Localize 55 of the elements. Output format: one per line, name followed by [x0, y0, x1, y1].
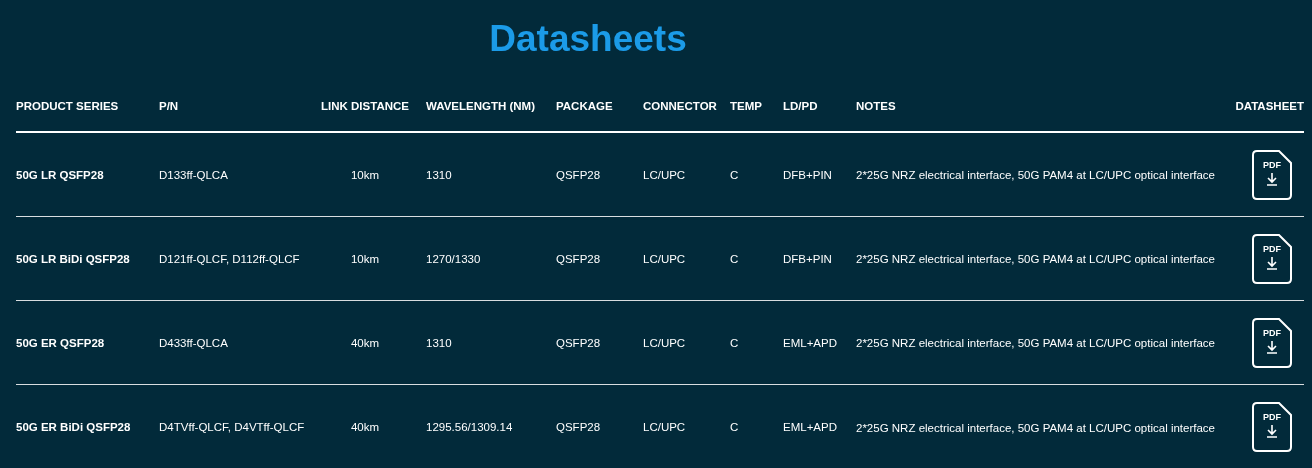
table-cell-text: QSFP28: [556, 420, 601, 435]
table-cell-text: EML+APD: [783, 420, 837, 435]
column-header: WAVELENGTH (NM): [426, 100, 536, 112]
table-cell-text: LC/UPC: [643, 420, 686, 435]
table-cell-text: 2*25G NRZ electrical interface, 50G PAM4 at LC/UPC optical interface: [856, 168, 1216, 183]
table-cell-text: 2*25G NRZ electrical interface, 50G PAM4 at LC/UPC optical interface: [856, 420, 1216, 436]
table-cell-text: D433ff-QLCA: [159, 335, 228, 351]
table-cell-text: EML+APD: [783, 335, 837, 351]
table-cell-text: C: [730, 167, 739, 183]
column-header: TEMP: [730, 100, 762, 112]
column-header: DATASHEET: [1235, 100, 1304, 112]
page-title: Datasheets: [489, 17, 687, 61]
download-icon: [1266, 424, 1278, 438]
table-cell-text: 40km: [350, 335, 380, 351]
column-header: NOTES: [856, 100, 896, 112]
table-cell-text: DFB+PIN: [783, 167, 832, 183]
column-header: P/N: [159, 100, 179, 112]
pdf-download-button[interactable]: PDF: [1252, 402, 1292, 452]
table-cell-text: 50G LR BiDi QSFP28: [16, 251, 130, 267]
table-cell-text: D121ff-QLCF, D112ff-QLCF: [159, 251, 300, 267]
pdf-download-button[interactable]: PDF: [1252, 317, 1292, 368]
table-cell-text: DFB+PIN: [783, 251, 832, 267]
table-cell-text: 1270/1330: [426, 251, 481, 267]
column-header: PRODUCT SERIES: [16, 100, 119, 112]
column-header: LD/PD: [783, 100, 818, 112]
table-cell-text: C: [730, 251, 739, 267]
table-cell-text: 50G LR QSFP28: [16, 167, 104, 183]
table-cell-text: 1310: [426, 167, 452, 183]
table-cell-text: 1295.56/1309.14: [426, 420, 513, 435]
table-cell-text: 1310: [426, 335, 452, 351]
table-cell-text: 2*25G NRZ electrical interface, 50G PAM4 at LC/UPC optical interface: [856, 252, 1216, 267]
table-cell-text: 40km: [350, 420, 380, 435]
table-cell-text: D133ff-QLCA: [159, 167, 228, 183]
pdf-download-button[interactable]: PDF: [1252, 149, 1292, 200]
table-cell-text: 2*25G NRZ electrical interface, 50G PAM4 at LC/UPC optical interface: [856, 336, 1216, 351]
table-cell-text: 10km: [350, 251, 380, 267]
table-cell-text: 50G ER BiDi QSFP28: [16, 420, 131, 435]
table-cell-text: QSFP28: [556, 335, 601, 351]
table-cell-text: C: [730, 335, 739, 351]
table-cell-text: QSFP28: [556, 167, 601, 183]
download-icon: [1266, 255, 1278, 270]
pdf-download-button[interactable]: PDF: [1252, 233, 1292, 284]
column-header: LINK DISTANCE: [321, 100, 409, 112]
table-cell-text: 50G ER QSFP28: [16, 335, 105, 351]
table-cell-text: LC/UPC: [643, 335, 686, 351]
table-cell-text: 10km: [350, 167, 380, 183]
table-cell-text: LC/UPC: [643, 251, 686, 267]
table-cell-text: QSFP28: [556, 251, 601, 267]
column-header: PACKAGE: [556, 100, 613, 112]
download-icon: [1266, 171, 1278, 186]
table-cell-text: C: [730, 420, 739, 435]
column-header: CONNECTOR: [643, 100, 717, 112]
download-icon: [1266, 339, 1278, 354]
table-cell-text: LC/UPC: [643, 167, 686, 183]
table-cell-text: D4TVff-QLCF, D4VTff-QLCF: [159, 420, 305, 435]
